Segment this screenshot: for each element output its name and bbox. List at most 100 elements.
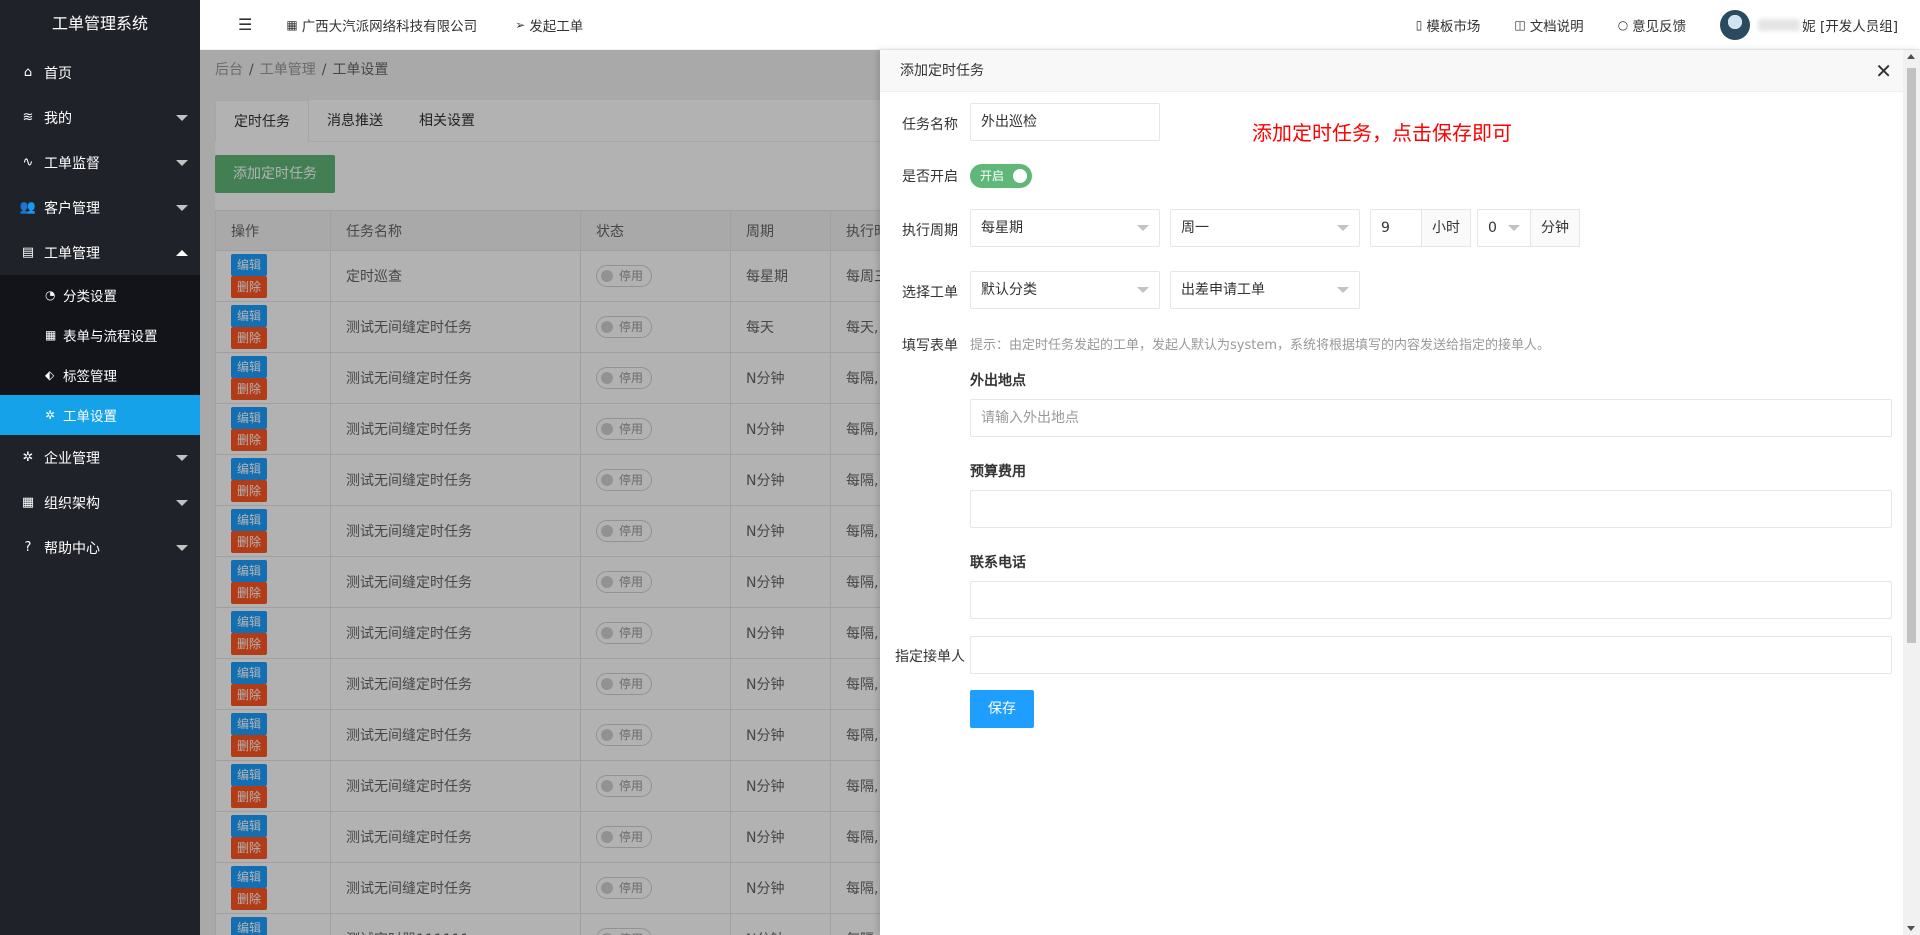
cycle-label: 执行周期 (902, 223, 958, 239)
clipboard-icon: ▤ (21, 245, 35, 260)
chevron-down-icon (1337, 225, 1349, 231)
weekday-select[interactable]: 周一 (1170, 209, 1360, 247)
field-title: 外出地点 (970, 373, 1026, 389)
docs-link[interactable]: ◫ 文档说明 (1514, 15, 1583, 35)
nav-help[interactable]: ? 帮助中心 (0, 525, 200, 570)
enable-toggle[interactable]: 开启 (970, 164, 1032, 188)
nav-workorder[interactable]: ▤ 工单管理 (0, 230, 200, 275)
category-value: 默认分类 (981, 282, 1037, 298)
sub-item-category[interactable]: ◔ 分类设置 (0, 275, 200, 315)
category-icon: ◔ (45, 288, 56, 302)
nav-enterprise[interactable]: ✲ 企业管理 (0, 435, 200, 480)
assignee-input[interactable] (970, 636, 1892, 674)
nav-home[interactable]: ⌂ 首页 (0, 50, 200, 95)
minute-value: 0 (1488, 220, 1497, 236)
grid-icon: ▦ (286, 17, 298, 32)
minute-select[interactable]: 0 (1477, 209, 1531, 247)
help-icon: ? (24, 540, 32, 555)
org-icon: ▦ (21, 495, 35, 510)
chevron-down-icon (176, 114, 188, 121)
template-market-link[interactable]: ▯ 模板市场 (1416, 15, 1481, 35)
workorder-select[interactable]: 出差申请工单 (1170, 271, 1360, 309)
sub-nav: ◔ 分类设置 ▦ 表单与流程设置 ⬖ 标签管理 ✲ 工单设置 (0, 275, 200, 435)
chevron-down-icon (176, 159, 188, 166)
enable-label: 是否开启 (902, 169, 958, 185)
launch-label: 发起工单 (529, 18, 584, 35)
nav-label: 帮助中心 (44, 540, 100, 557)
home-icon: ⌂ (23, 65, 33, 80)
launch-workorder-button[interactable]: ➢ 发起工单 (515, 15, 583, 35)
hour-unit: 小时 (1421, 209, 1471, 247)
gear-icon: ✲ (45, 408, 56, 422)
assignee-label: 指定接单人 (895, 649, 965, 665)
nav-mine[interactable]: ≋ 我的 (0, 95, 200, 140)
sub-item-form-flow[interactable]: ▦ 表单与流程设置 (0, 315, 200, 355)
instruction-note: 添加定时任务，点击保存即可 (1252, 121, 1512, 145)
chevron-down-icon (1337, 287, 1349, 293)
sub-item-label: 分类设置 (63, 289, 117, 305)
modal-overlay[interactable] (200, 50, 880, 935)
pulse-icon: ∿ (22, 155, 34, 170)
docs-label: 文档说明 (1529, 19, 1584, 35)
add-task-drawer: 添加定时任务 ✕ 任务名称 外出巡检 添加定时任务，点击保存即可 是否开启 开启… (880, 50, 1920, 935)
user-menu[interactable]: 妮 [开发人员组] (1720, 10, 1898, 40)
book-icon: ◫ (1514, 18, 1526, 32)
fill-form-label: 填写表单 (902, 338, 958, 354)
chevron-down-icon (1137, 225, 1149, 231)
users-icon: 👥 (19, 200, 37, 215)
nav-label: 客户管理 (44, 200, 100, 217)
nav-label: 我的 (44, 110, 72, 127)
scroll-up-icon[interactable] (1907, 54, 1915, 59)
header-right: ▯ 模板市场 ◫ 文档说明 ○ 意见反馈 妮 [开发人员组] (1416, 0, 1920, 50)
sub-item-label: 标签管理 (63, 369, 117, 385)
layers-icon: ≋ (22, 110, 34, 125)
chat-icon: ○ (1617, 18, 1629, 32)
close-icon[interactable]: ✕ (1875, 50, 1892, 92)
cycle-type-select[interactable]: 每星期 (970, 209, 1160, 247)
chevron-down-icon (1137, 287, 1149, 293)
feedback-link[interactable]: ○ 意见反馈 (1618, 15, 1686, 35)
nav-customers[interactable]: 👥 客户管理 (0, 185, 200, 230)
form-hint: 提示：由定时任务发起的工单，发起人默认为system，系统将根据填写的内容发送给… (970, 338, 1550, 353)
nav-label: 组织架构 (44, 495, 100, 512)
scroll-thumb[interactable] (1907, 68, 1916, 643)
scroll-down-icon[interactable] (1907, 926, 1915, 931)
sub-item-tags[interactable]: ⬖ 标签管理 (0, 355, 200, 395)
chevron-down-icon (176, 204, 188, 211)
username-redacted (1758, 19, 1801, 31)
budget-input[interactable] (970, 490, 1892, 528)
save-button[interactable]: 保存 (970, 690, 1034, 728)
phone-input[interactable] (970, 581, 1892, 619)
location-input[interactable]: 请输入外出地点 (970, 399, 1892, 437)
company-switch[interactable]: ▦ 广西大汽派网络科技有限公司 (286, 15, 477, 35)
sub-item-label: 表单与流程设置 (63, 329, 158, 345)
sub-item-label: 工单设置 (63, 409, 117, 425)
sub-item-workorder-settings[interactable]: ✲ 工单设置 (0, 395, 200, 435)
field-title: 联系电话 (970, 555, 1026, 571)
scrollbar[interactable] (1903, 50, 1920, 935)
task-name-input[interactable]: 外出巡检 (970, 103, 1160, 141)
weekday-value: 周一 (1181, 220, 1209, 236)
nav-label: 首页 (44, 65, 72, 82)
company-name: 广西大汽派网络科技有限公司 (301, 18, 478, 35)
chevron-down-icon (176, 454, 188, 461)
workorder-value: 出差申请工单 (1181, 282, 1265, 298)
task-name-label: 任务名称 (902, 117, 958, 133)
nav-org[interactable]: ▦ 组织架构 (0, 480, 200, 525)
grid-icon: ▦ (45, 328, 57, 342)
drawer-header: 添加定时任务 ✕ (880, 50, 1920, 92)
nav-label: 工单管理 (44, 245, 100, 262)
gear-icon: ✲ (22, 450, 34, 465)
minute-unit: 分钟 (1530, 209, 1580, 247)
field-title: 预算费用 (970, 464, 1026, 480)
user-label: 妮 [开发人员组] (1802, 19, 1898, 35)
nav-monitor[interactable]: ∿ 工单监督 (0, 140, 200, 185)
feedback-label: 意见反馈 (1632, 19, 1687, 35)
category-select[interactable]: 默认分类 (970, 271, 1160, 309)
top-header: ☰ ▦ 广西大汽派网络科技有限公司 ➢ 发起工单 ▯ 模板市场 ◫ 文档说明 ○… (200, 0, 1920, 50)
drawer-title: 添加定时任务 (900, 63, 984, 79)
hour-input[interactable]: 9 (1370, 209, 1422, 247)
sidebar: 工单管理系统 ⌂ 首页 ≋ 我的 ∿ 工单监督 👥 客户管理 ▤ 工单管理 ◔ … (0, 0, 200, 935)
menu-toggle-icon[interactable]: ☰ (238, 15, 252, 34)
template-icon: ▯ (1415, 18, 1423, 32)
